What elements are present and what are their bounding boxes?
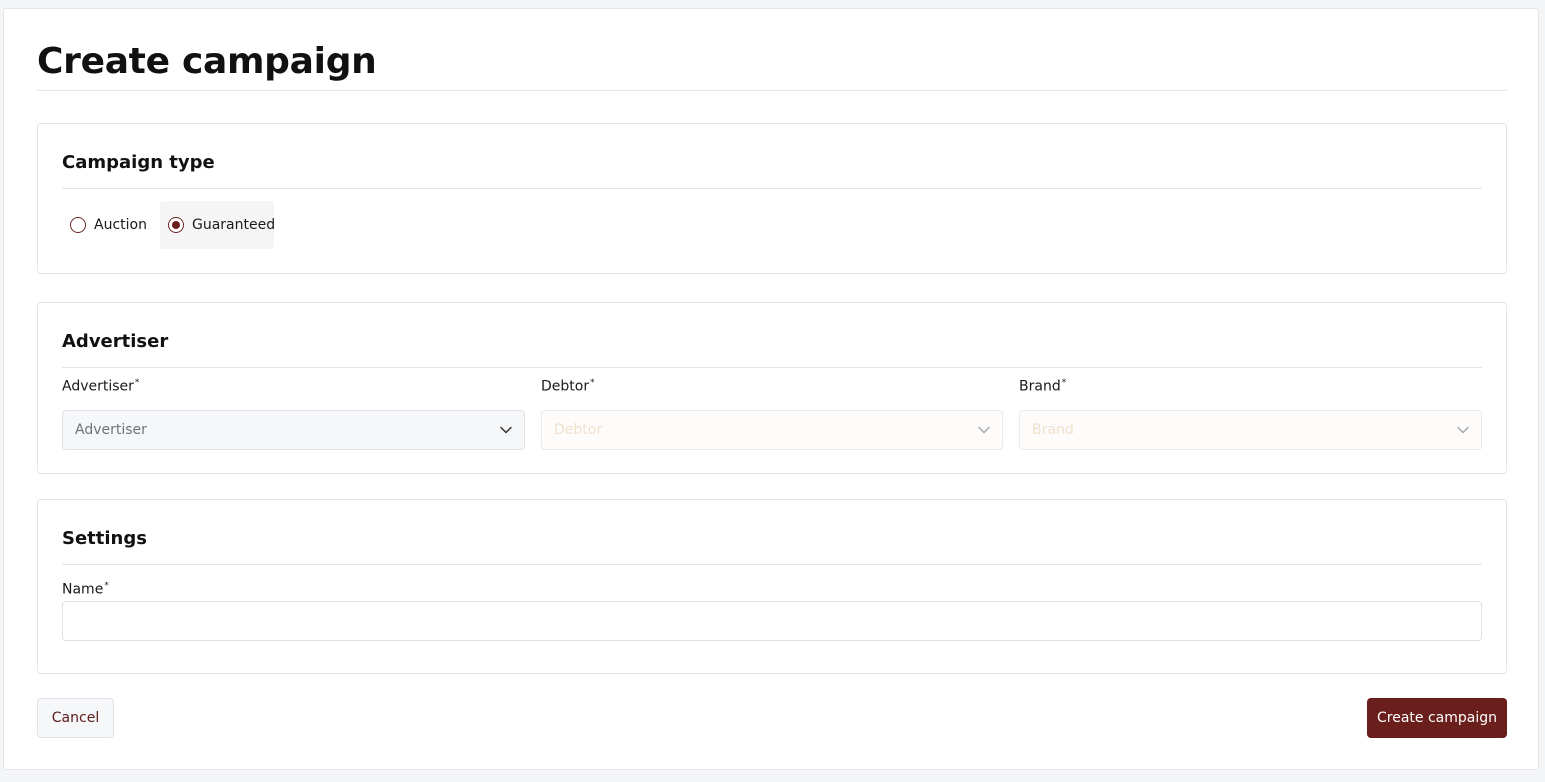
campaign-type-card: Campaign type Auction Guaranteed	[37, 123, 1507, 274]
required-mark: *	[1061, 378, 1067, 388]
chevron-down-icon	[500, 424, 512, 436]
title-divider	[37, 90, 1507, 91]
debtor-select-value: Debtor	[554, 422, 603, 438]
advertiser-select-value: Advertiser	[75, 422, 147, 438]
advertiser-field-label: Advertiser*	[62, 378, 139, 395]
card-divider	[62, 188, 1482, 189]
required-mark: *	[134, 378, 140, 388]
radio-auction[interactable]: Auction	[62, 201, 152, 249]
debtor-label-text: Debtor	[541, 378, 590, 395]
debtor-field-label: Debtor*	[541, 378, 595, 395]
name-field-label: Name*	[62, 581, 109, 598]
card-divider	[62, 564, 1482, 565]
required-mark: *	[590, 378, 595, 388]
advertiser-label-text: Advertiser	[62, 378, 134, 395]
advertiser-heading: Advertiser	[62, 331, 169, 352]
create-campaign-page: Create campaign Campaign type Auction Gu…	[3, 8, 1539, 770]
radio-auction-label: Auction	[94, 217, 147, 233]
brand-select-value: Brand	[1032, 422, 1074, 438]
page-title: Create campaign	[37, 41, 377, 82]
radio-dot	[172, 221, 180, 229]
settings-heading: Settings	[62, 528, 147, 549]
create-campaign-button[interactable]: Create campaign	[1367, 698, 1507, 738]
radio-checked-icon[interactable]	[168, 217, 184, 233]
radio-guaranteed[interactable]: Guaranteed	[160, 201, 276, 249]
brand-label-text: Brand	[1019, 378, 1061, 395]
name-label-text: Name	[62, 581, 104, 598]
brand-select[interactable]: Brand	[1019, 410, 1482, 450]
chevron-down-icon	[978, 424, 990, 436]
brand-field-label: Brand*	[1019, 378, 1066, 395]
advertiser-card: Advertiser Advertiser* Advertiser Debtor…	[37, 302, 1507, 474]
settings-card: Settings Name*	[37, 499, 1507, 674]
debtor-select[interactable]: Debtor	[541, 410, 1003, 450]
radio-guaranteed-label: Guaranteed	[192, 217, 276, 233]
radio-unchecked-icon[interactable]	[70, 217, 86, 233]
card-divider	[62, 367, 1482, 368]
cancel-button[interactable]: Cancel	[37, 698, 114, 738]
chevron-down-icon	[1457, 424, 1469, 436]
campaign-type-heading: Campaign type	[62, 152, 215, 173]
name-input[interactable]	[62, 601, 1482, 641]
advertiser-select[interactable]: Advertiser	[62, 410, 525, 450]
required-mark: *	[104, 581, 109, 591]
